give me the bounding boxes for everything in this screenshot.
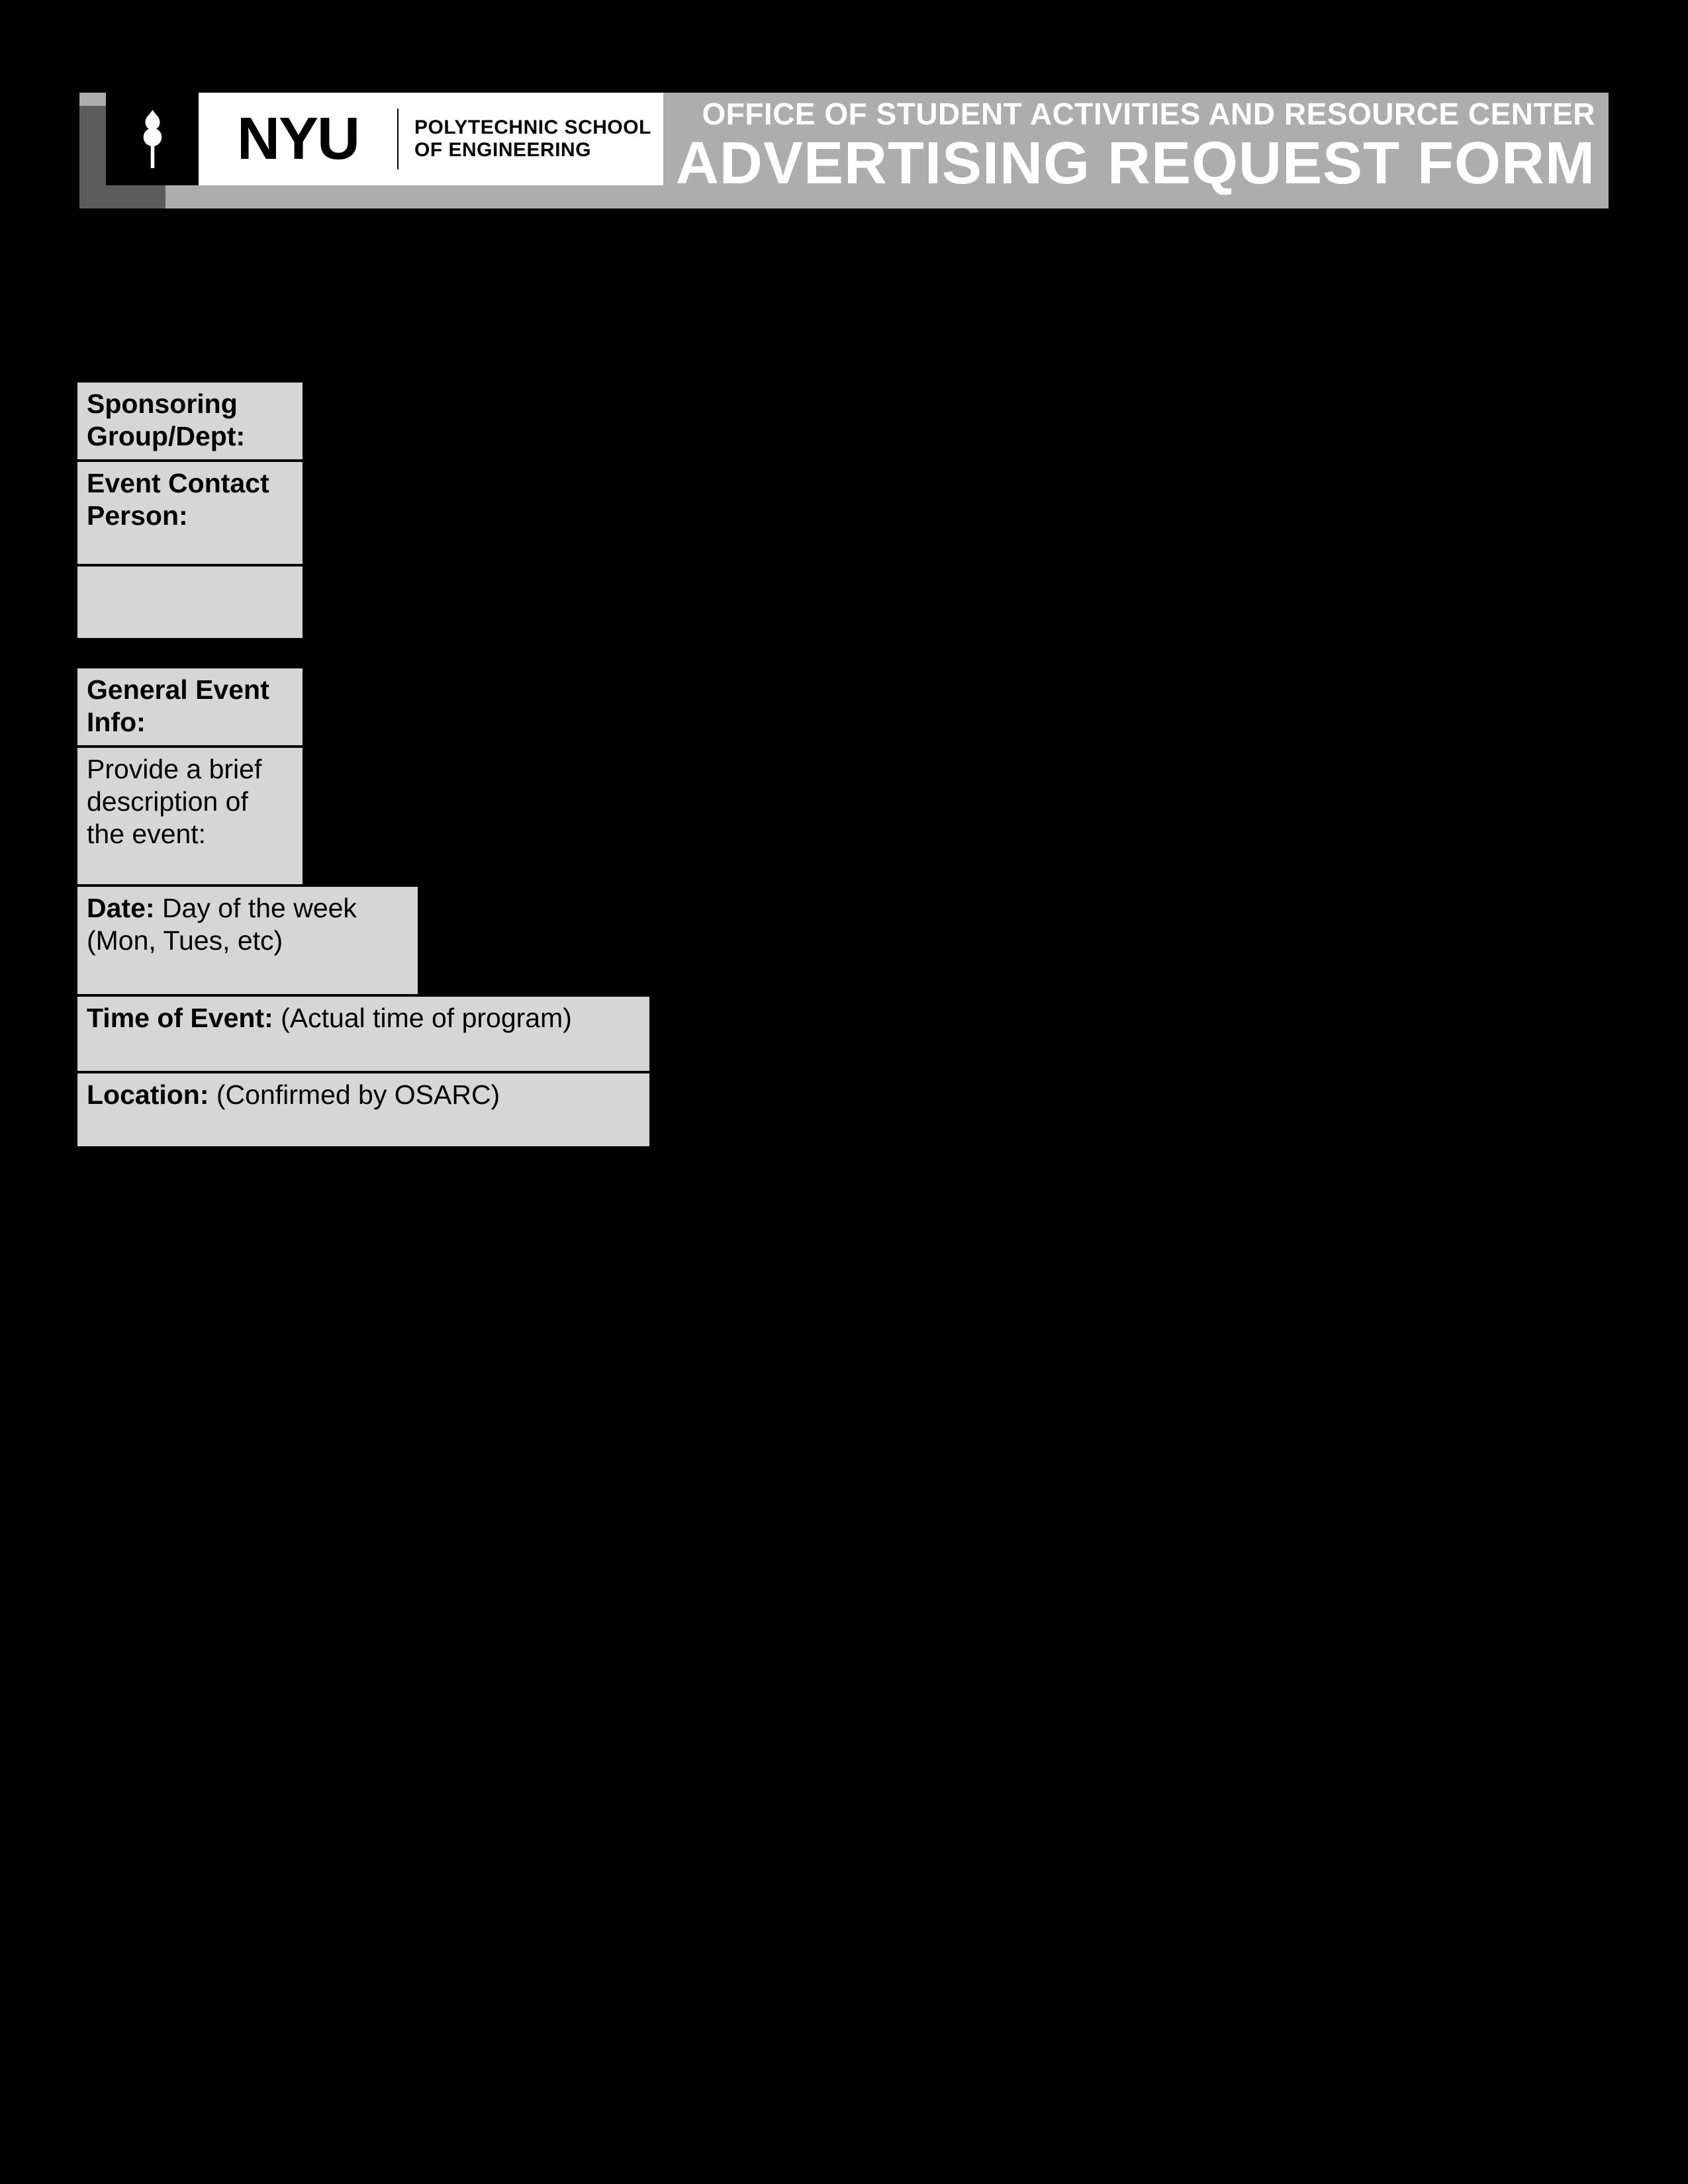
header-banner: NYU POLYTECHNIC SCHOOL OF ENGINEERING OF… (79, 93, 1609, 208)
school-name: POLYTECHNIC SCHOOL OF ENGINEERING (399, 93, 663, 185)
field-label: Provide a brief description of the event… (87, 754, 261, 849)
field-sponsoring-group[interactable]: Sponsoring Group/Dept: (77, 381, 303, 461)
field-general-event-info[interactable]: General Event Info: (77, 667, 303, 747)
nyu-logo: NYU POLYTECHNIC SCHOOL OF ENGINEERING (106, 93, 663, 185)
field-date[interactable]: Date: Day of the week (Mon, Tues, etc) (77, 886, 418, 995)
banner-titles: OFFICE OF STUDENT ACTIVITIES AND RESOURC… (676, 98, 1595, 195)
field-hint: (Confirmed by OSARC) (216, 1079, 500, 1110)
field-label: Location: (87, 1079, 209, 1110)
field-label: Date: (87, 893, 155, 923)
field-event-description[interactable]: Provide a brief description of the event… (77, 747, 303, 886)
field-label: Sponsoring Group/Dept: (87, 388, 245, 451)
torch-icon (106, 93, 199, 185)
school-name-line2: OF ENGINEERING (414, 139, 663, 162)
form-title: ADVERTISING REQUEST FORM (676, 132, 1595, 195)
school-name-line1: POLYTECHNIC SCHOOL (414, 116, 663, 140)
field-label: Time of Event: (87, 1003, 273, 1033)
field-label: General Event Info: (87, 674, 269, 737)
field-hint: (Actual time of program) (281, 1003, 572, 1033)
field-event-contact[interactable]: Event Contact Person: (77, 461, 303, 565)
field-blank-extension[interactable] (77, 565, 303, 639)
field-time[interactable]: Time of Event: (Actual time of program) (77, 995, 649, 1072)
nyu-wordmark: NYU (199, 93, 397, 185)
field-location[interactable]: Location: (Confirmed by OSARC) (77, 1072, 649, 1148)
office-title: OFFICE OF STUDENT ACTIVITIES AND RESOURC… (676, 98, 1595, 130)
field-label: Event Contact Person: (87, 468, 269, 531)
